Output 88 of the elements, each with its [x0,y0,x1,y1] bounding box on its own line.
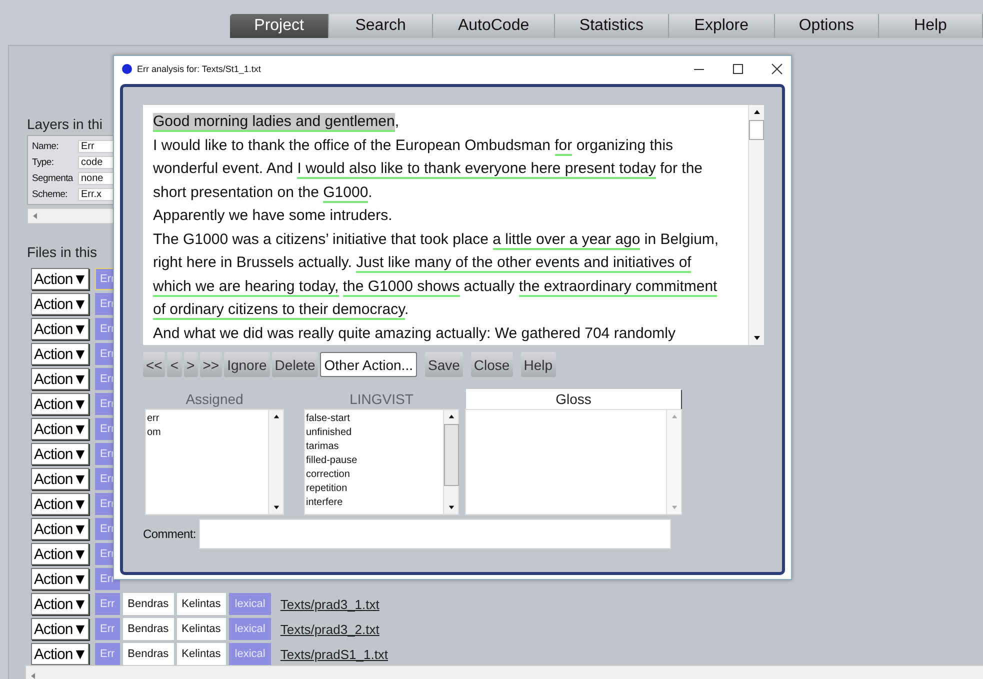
type-tag: lexical [228,593,272,615]
scrollbar[interactable] [443,410,458,514]
type-tag: lexical [228,618,272,640]
table-cell: Kelintas [176,643,226,665]
menu-tab[interactable]: Options [774,14,879,38]
table-cell: Kelintas [176,618,226,640]
toolbar-button[interactable]: Ignore [224,352,270,377]
list-header: LINGVIST [350,390,414,409]
type-tag: lexical [228,643,272,665]
toolbar-button[interactable]: < [167,352,182,377]
action-dropdown[interactable]: Action▼ [31,443,89,465]
list-item[interactable]: repetition [306,482,442,496]
action-dropdown[interactable]: Action▼ [31,293,89,315]
list-item[interactable]: unfinished [306,426,442,440]
table-cell: Bendras [122,643,174,665]
left-arrow-icon[interactable] [31,212,39,220]
section-title: Files in this [27,244,98,260]
action-dropdown[interactable]: Action▼ [31,643,89,665]
list-header: Assigned [186,390,244,409]
down-arrow-icon[interactable] [272,504,280,511]
file-link[interactable]: Texts/prad3_1.txt [280,596,380,612]
action-dropdown[interactable]: Action▼ [31,393,89,415]
scrollbar-thumb[interactable] [444,424,458,486]
list-item[interactable]: om [147,426,267,440]
menu-tab[interactable]: AutoCode [433,14,555,38]
down-arrow-icon[interactable] [448,504,454,511]
action-dropdown[interactable]: Action▼ [31,493,89,515]
window-title: Err analysis for: Texts/St1_1.txt [137,64,262,74]
scrollbar-thumb[interactable] [749,120,764,140]
field-label: Comment: [143,527,196,541]
toolbar-button[interactable]: Close [470,352,513,377]
toolbar-button[interactable]: << [143,352,166,377]
layer-tag: Err [95,593,120,615]
app-icon [122,64,132,74]
menu-tab[interactable]: Search [329,14,434,38]
toolbar-button[interactable]: Save [424,352,463,377]
scrollbar[interactable] [748,105,764,345]
left-arrow-icon[interactable] [29,672,37,679]
table-cell: Kelintas [176,593,226,615]
table-cell: Bendras [122,618,174,640]
action-dropdown[interactable]: Action▼ [31,518,89,540]
menu-tab[interactable]: Help [878,14,983,38]
field-label: Name: [32,140,60,152]
action-dropdown[interactable]: Action▼ [31,268,89,290]
maximize-icon[interactable] [732,62,744,74]
list-item[interactable]: interfere [306,496,442,510]
action-dropdown[interactable]: Action▼ [31,343,89,365]
file-link[interactable]: Texts/pradS1_1.txt [280,646,388,662]
list-item[interactable]: false-start [306,412,442,426]
scrollbar[interactable] [25,665,983,679]
menu-tab[interactable]: Project [230,14,330,38]
menu-tab[interactable]: Explore [668,14,775,38]
action-dropdown[interactable]: Action▼ [31,593,89,615]
file-link[interactable]: Texts/prad3_2.txt [280,622,380,636]
action-dropdown[interactable]: Action▼ [31,468,89,490]
menu-tab[interactable]: Statistics [554,14,669,38]
toolbar-button[interactable]: >> [200,352,222,377]
list-item[interactable]: err [147,412,267,426]
action-dropdown[interactable]: Action▼ [31,618,89,640]
section-title: Layers in thi [27,116,104,132]
up-arrow-icon[interactable] [448,413,454,420]
field-label: Segmenta [32,172,74,184]
list-item[interactable]: correction [306,468,442,482]
toolbar-button[interactable]: Other Action... [320,352,417,377]
column-header[interactable]: Gloss [466,389,681,409]
layer-tag: Err [95,618,120,640]
toolbar-button[interactable]: > [184,352,198,377]
action-dropdown[interactable]: Action▼ [31,418,89,440]
up-arrow-icon[interactable] [272,413,280,420]
list-box[interactable]: err om [145,409,284,515]
list-box[interactable]: false-start unfinished tarimas filled-pause correction repetition interfere [304,409,459,515]
table-cell: Bendras [122,593,174,615]
field-label: Type: [32,156,55,168]
comment-field[interactable] [198,519,671,549]
scrollbar[interactable] [268,410,283,514]
field-label: Scheme: [32,188,68,200]
list-item[interactable]: tarimas [306,440,442,454]
layer-tag: Err [95,643,120,665]
up-arrow-icon[interactable] [752,108,760,116]
close-icon[interactable] [771,62,783,74]
action-dropdown[interactable]: Action▼ [31,368,89,390]
action-dropdown[interactable]: Action▼ [31,568,89,590]
toolbar-button[interactable]: Delete [272,352,318,377]
down-arrow-icon[interactable] [752,334,760,342]
list-item[interactable]: filled-pause [306,454,442,468]
toolbar-button[interactable]: Help [520,352,556,377]
action-dropdown[interactable]: Action▼ [31,318,89,340]
action-dropdown[interactable]: Action▼ [31,543,89,565]
